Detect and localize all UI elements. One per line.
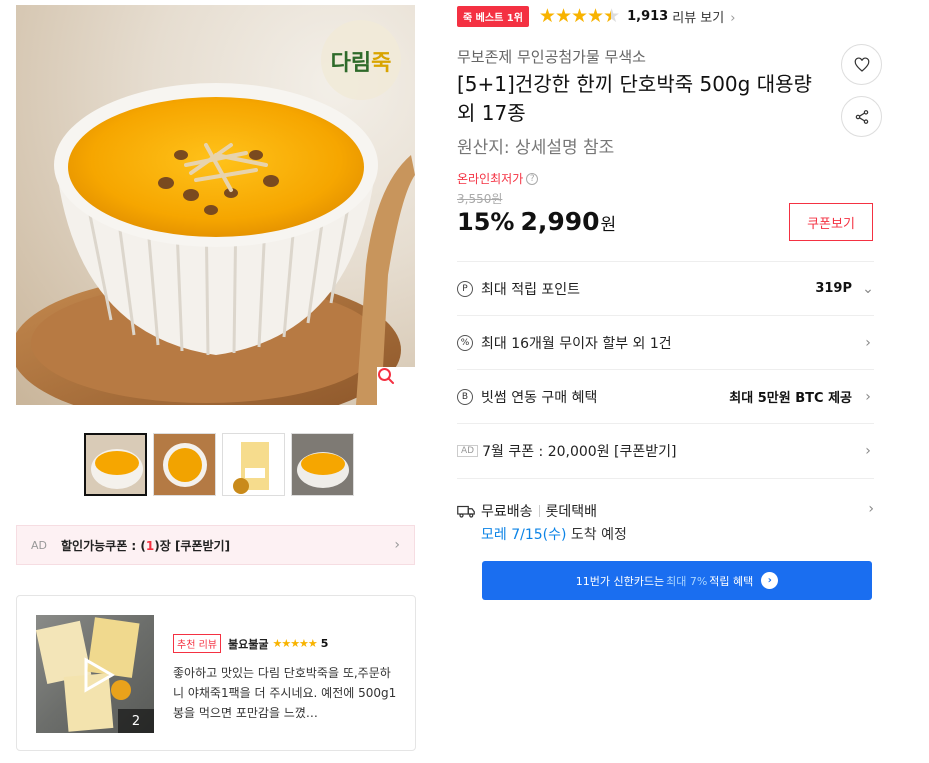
free-shipping: 무료배송	[481, 504, 533, 520]
shipping-row[interactable]: 무료배송 롯데택배 모레 7/15(수) 도착 예정 ›	[457, 478, 874, 550]
product-main-image[interactable]: 다림죽	[16, 5, 415, 405]
product-title: [5+1]건강한 한끼 단호박죽 500g 대용량 외 17종	[457, 72, 812, 125]
benefit-label: 빗썸 연동 구매 혜택	[481, 389, 598, 406]
chevron-right-icon: ›	[868, 501, 874, 517]
photo-count: 2	[118, 709, 154, 733]
chevron-right-icon: ›	[394, 537, 400, 553]
chevron-right-icon: ›	[865, 442, 871, 459]
recommended-badge: 추천 리뷰	[173, 634, 221, 653]
heart-icon	[854, 56, 869, 72]
zoom-button[interactable]	[377, 367, 415, 405]
benefit-value: 319P	[815, 281, 852, 296]
benefit-label: 최대 적립 포인트	[481, 281, 581, 298]
ad-coupon-bar[interactable]: AD 할인가능쿠폰 : (1)장 [쿠폰받기] ›	[16, 525, 415, 565]
carrier-name: 롯데택배	[545, 504, 598, 520]
arrival-estimate: 모레 7/15(수) 도착 예정	[481, 527, 627, 543]
chevron-right-icon: ›	[865, 388, 871, 405]
review-link[interactable]: 리뷰 보기 ›	[672, 7, 735, 26]
chevron-right-icon: ›	[730, 10, 736, 26]
point-icon: P	[457, 280, 473, 297]
review-body: 추천 리뷰 불요불굴 ★★★★★ 5 좋아하고 맛있는 다림 단호박죽을 또,주…	[173, 634, 401, 723]
share-button[interactable]	[841, 96, 882, 137]
thumbnail-2[interactable]	[153, 433, 216, 496]
thumbnail-3[interactable]	[222, 433, 285, 496]
review-score: 5	[320, 637, 329, 650]
truck-icon	[457, 505, 475, 518]
benefit-bithumb-row[interactable]: B 빗썸 연동 구매 혜택 최대 5만원 BTC 제공 ›	[457, 369, 874, 423]
product-brand: 무보존제 무인공첨가물 무색소	[457, 48, 646, 66]
benefit-points-row[interactable]: P 최대 적립 포인트 319P ⌄	[457, 261, 874, 315]
bitcoin-icon: B	[457, 388, 473, 405]
featured-review-card[interactable]: 2 추천 리뷰 불요불굴 ★★★★★ 5 좋아하고 맛있는 다림 단호박죽을 또…	[16, 595, 416, 751]
ad-tag: AD	[31, 538, 47, 552]
percent-icon: %	[457, 334, 473, 351]
rating-stars: ★★★★★	[538, 5, 620, 27]
thumbnail-strip	[84, 433, 354, 496]
sale-price: 2,990	[520, 207, 600, 236]
rating-row: 죽 베스트 1위 ★★★★★ 1,913 리뷰 보기 ›	[457, 5, 735, 27]
review-video-thumbnail[interactable]: 2	[36, 615, 154, 733]
ad-coupon-text: 할인가능쿠폰 : (1)장 [쿠폰받기]	[61, 538, 231, 553]
discount-rate: 15%	[457, 208, 515, 236]
thumbnail-4[interactable]	[291, 433, 354, 496]
benefit-label: 7월 쿠폰 : 20,000원 [쿠폰받기]	[482, 443, 677, 460]
coupon-view-button[interactable]: 쿠폰보기	[789, 203, 873, 241]
thumbnail-1[interactable]	[84, 433, 147, 496]
price-unit: 원	[600, 215, 617, 235]
lowest-price-label: 온라인최저가 ?	[457, 170, 539, 187]
arrow-right-icon: ›	[761, 572, 779, 589]
review-text: 좋아하고 맛있는 다림 단호박죽을 또,주문하니 야채죽1팩을 더 주시네요. …	[173, 666, 397, 720]
brand-logo: 다림죽	[331, 51, 392, 76]
pumpkin-porridge-photo: 다림죽	[16, 20, 415, 405]
best-badge: 죽 베스트 1위	[457, 5, 529, 27]
ad-tag: AD	[457, 444, 479, 457]
benefit-coupon-row[interactable]: AD 7월 쿠폰 : 20,000원 [쿠폰받기] ›	[457, 423, 874, 477]
original-price: 3,550원	[457, 192, 503, 206]
card-benefit-banner[interactable]: 11번가 신한카드는 최대 7% 적립 혜택 ›	[482, 561, 872, 600]
chevron-down-icon: ⌄	[862, 280, 874, 297]
share-icon	[855, 109, 868, 124]
product-origin: 원산지: 상세설명 참조	[457, 138, 615, 158]
help-icon[interactable]: ?	[526, 172, 539, 185]
reviewer-name: 불요불굴	[227, 637, 269, 651]
benefit-label: 최대 16개월 무이자 할부 외 1건	[481, 335, 672, 352]
sale-price-row: 15% 2,990 원	[457, 207, 616, 236]
wishlist-button[interactable]	[841, 44, 882, 85]
review-count: 1,913	[627, 8, 669, 24]
magnifier-icon	[378, 368, 394, 384]
review-stars: ★★★★★	[272, 637, 317, 650]
chevron-right-icon: ›	[865, 334, 871, 351]
benefit-value: 최대 5만원 BTC 제공	[729, 391, 852, 406]
benefit-installment-row[interactable]: % 최대 16개월 무이자 할부 외 1건 ›	[457, 315, 874, 369]
